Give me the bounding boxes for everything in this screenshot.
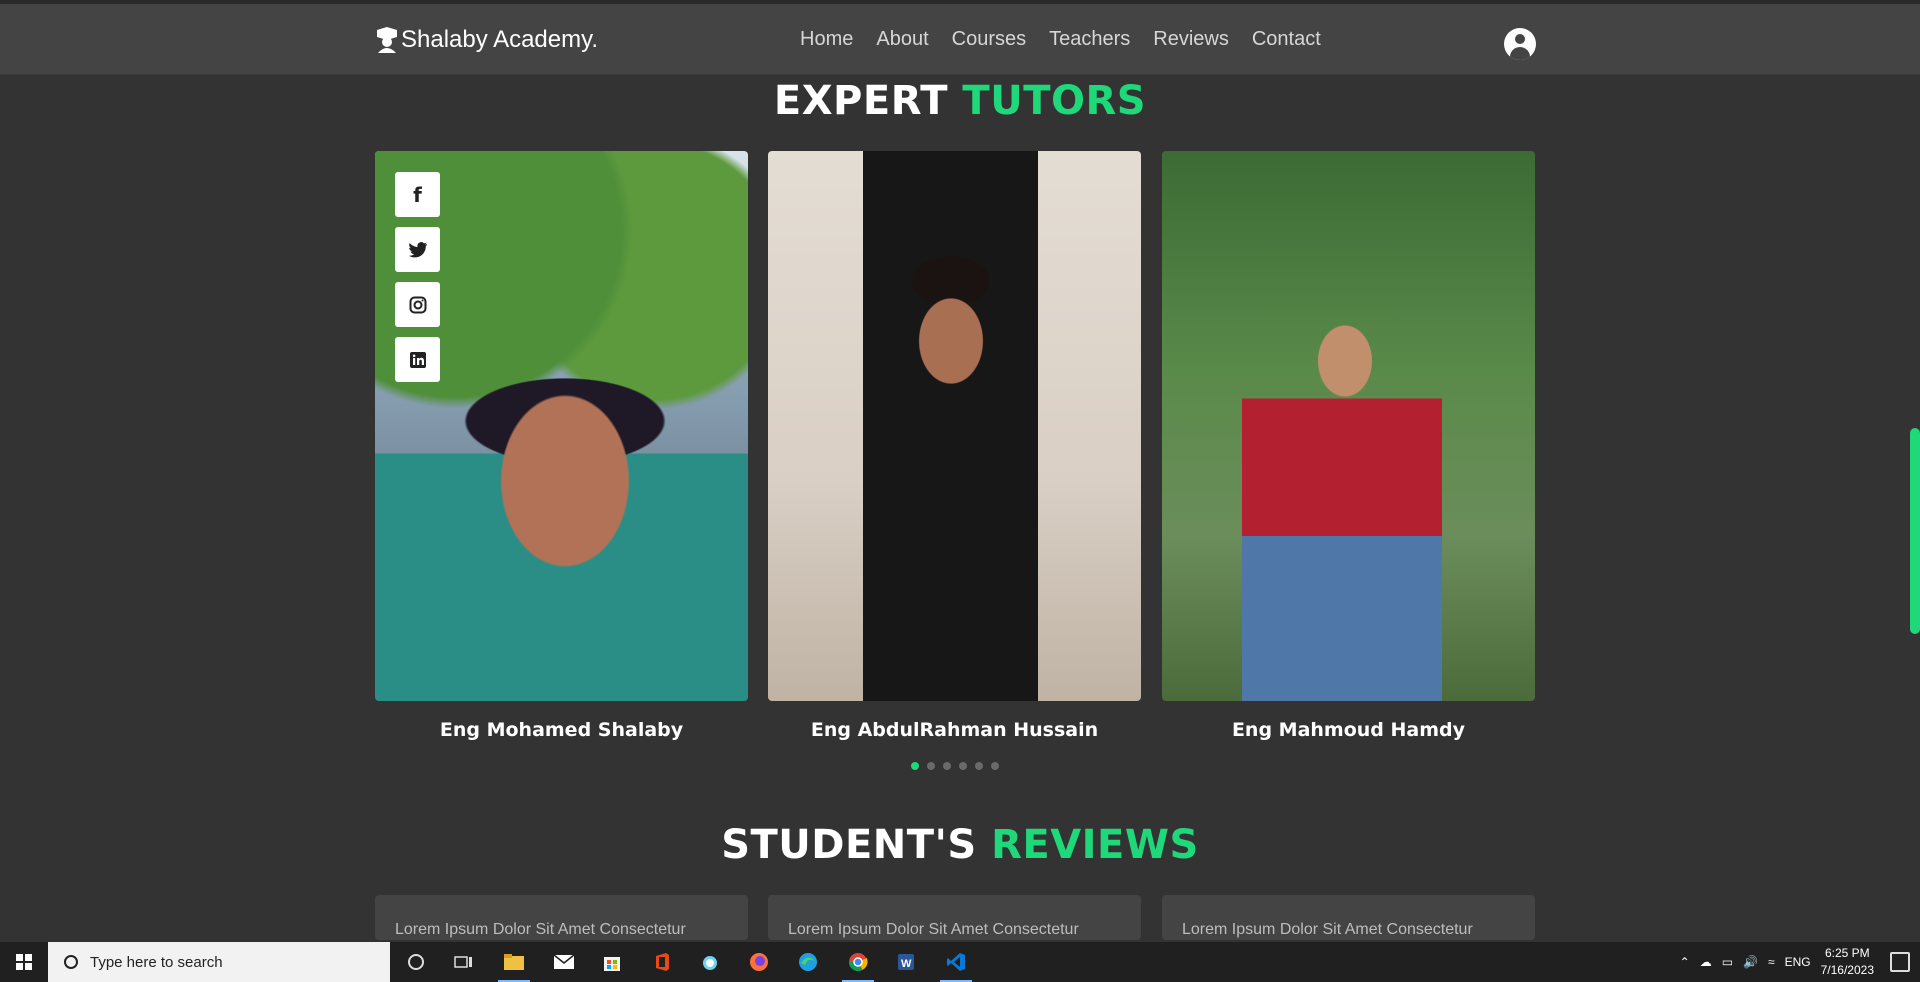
system-tray: ⌃ ☁ ▭ 🔊 ≈ ENG 6:25 PM 7/16/2023 [1680, 942, 1874, 982]
nav-reviews[interactable]: Reviews [1153, 28, 1229, 51]
store-icon[interactable] [600, 950, 624, 974]
tutor-name: Eng AbdulRahman Hussain [810, 719, 1099, 741]
clock-date: 7/16/2023 [1820, 963, 1874, 977]
page-scrollbar-thumb[interactable] [1910, 428, 1920, 634]
tutor-name: Eng Mohamed Shalaby [439, 719, 684, 741]
nav-home[interactable]: Home [800, 28, 853, 51]
carousel-dot[interactable] [911, 762, 919, 770]
language-indicator[interactable]: ENG [1785, 955, 1811, 969]
reviews-title-accent: REVIEWS [991, 822, 1199, 868]
site-header: Shalaby Academy. Home About Courses Teac… [0, 4, 1920, 75]
twitter-icon[interactable] [395, 227, 440, 272]
tutors-title-accent: TUTORS [962, 78, 1147, 124]
nav-teachers[interactable]: Teachers [1049, 28, 1130, 51]
carousel-dot[interactable] [975, 762, 983, 770]
user-head-shape [1515, 34, 1525, 44]
tutors-title-plain: EXPERT [773, 78, 948, 124]
taskbar-clock[interactable]: 6:25 PM 7/16/2023 [1821, 945, 1874, 979]
user-account-icon[interactable] [1504, 28, 1536, 60]
nav-courses[interactable]: Courses [952, 28, 1026, 51]
battery-icon[interactable]: ▭ [1722, 955, 1733, 969]
chrome-icon[interactable] [842, 950, 874, 982]
reviews-section-title: STUDENT'S REVIEWS [0, 822, 1920, 868]
review-card: Lorem Ipsum Dolor Sit Amet Consectetur [375, 895, 748, 940]
svg-text:W: W [901, 958, 912, 970]
review-card: Lorem Ipsum Dolor Sit Amet Consectetur [768, 895, 1141, 940]
tutor-card[interactable] [1162, 151, 1535, 701]
tutor-photo [768, 151, 1141, 701]
office-icon[interactable] [650, 950, 674, 974]
carousel-pagination [911, 762, 999, 770]
onedrive-icon[interactable]: ☁ [1700, 955, 1712, 969]
logo-text: Shalaby Academy. [401, 26, 599, 53]
site-logo[interactable]: Shalaby Academy. [375, 26, 598, 54]
taskbar-search-box[interactable]: Type here to search [48, 942, 390, 982]
word-icon[interactable]: W [894, 950, 918, 974]
edge-icon[interactable] [796, 950, 820, 974]
graduation-cap-icon [377, 27, 397, 53]
reviews-title-plain: STUDENT'S [721, 822, 977, 868]
main-nav: Home About Courses Teachers Reviews Cont… [800, 28, 1321, 51]
file-explorer-icon[interactable] [498, 950, 530, 982]
tutor-name: Eng Mahmoud Hamdy [1231, 719, 1466, 741]
instagram-icon[interactable] [395, 282, 440, 327]
windows-taskbar: Type here to search W ⌃ ☁ ▭ 🔊 ≈ ENG 6:25… [0, 942, 1920, 982]
mail-icon[interactable] [552, 950, 576, 974]
review-text: Lorem Ipsum Dolor Sit Amet Consectetur [395, 921, 686, 938]
user-body-shape [1510, 47, 1530, 60]
task-view-icon[interactable] [452, 950, 476, 974]
tutor-card[interactable] [768, 151, 1141, 701]
tutor-card[interactable]: f [375, 151, 748, 701]
carousel-dot[interactable] [959, 762, 967, 770]
linkedin-icon[interactable] [395, 337, 440, 382]
firefox-icon[interactable] [747, 950, 771, 974]
nav-contact[interactable]: Contact [1252, 28, 1321, 51]
taskbar-search-placeholder: Type here to search [90, 953, 223, 971]
wifi-icon[interactable]: ≈ [1768, 955, 1775, 969]
carousel-dot[interactable] [991, 762, 999, 770]
volume-icon[interactable]: 🔊 [1743, 955, 1758, 969]
windows-logo-icon [16, 954, 32, 970]
tutors-section-title: EXPERT TUTORS [0, 78, 1920, 124]
tutor-photo [1162, 151, 1535, 701]
review-card: Lorem Ipsum Dolor Sit Amet Consectetur [1162, 895, 1535, 940]
cortana-icon[interactable] [404, 950, 428, 974]
carousel-dot[interactable] [943, 762, 951, 770]
carousel-dot[interactable] [927, 762, 935, 770]
start-button[interactable] [0, 942, 48, 982]
facebook-icon[interactable]: f [395, 172, 440, 217]
review-text: Lorem Ipsum Dolor Sit Amet Consectetur [788, 921, 1079, 938]
review-text: Lorem Ipsum Dolor Sit Amet Consectetur [1182, 921, 1473, 938]
vscode-icon[interactable] [940, 950, 972, 982]
nav-about[interactable]: About [876, 28, 928, 51]
chevron-up-icon[interactable]: ⌃ [1680, 955, 1690, 969]
search-icon [64, 955, 78, 969]
notification-center-icon[interactable] [1890, 952, 1910, 972]
clock-time: 6:25 PM [1824, 946, 1870, 960]
alarm-clock-icon[interactable] [698, 950, 722, 974]
